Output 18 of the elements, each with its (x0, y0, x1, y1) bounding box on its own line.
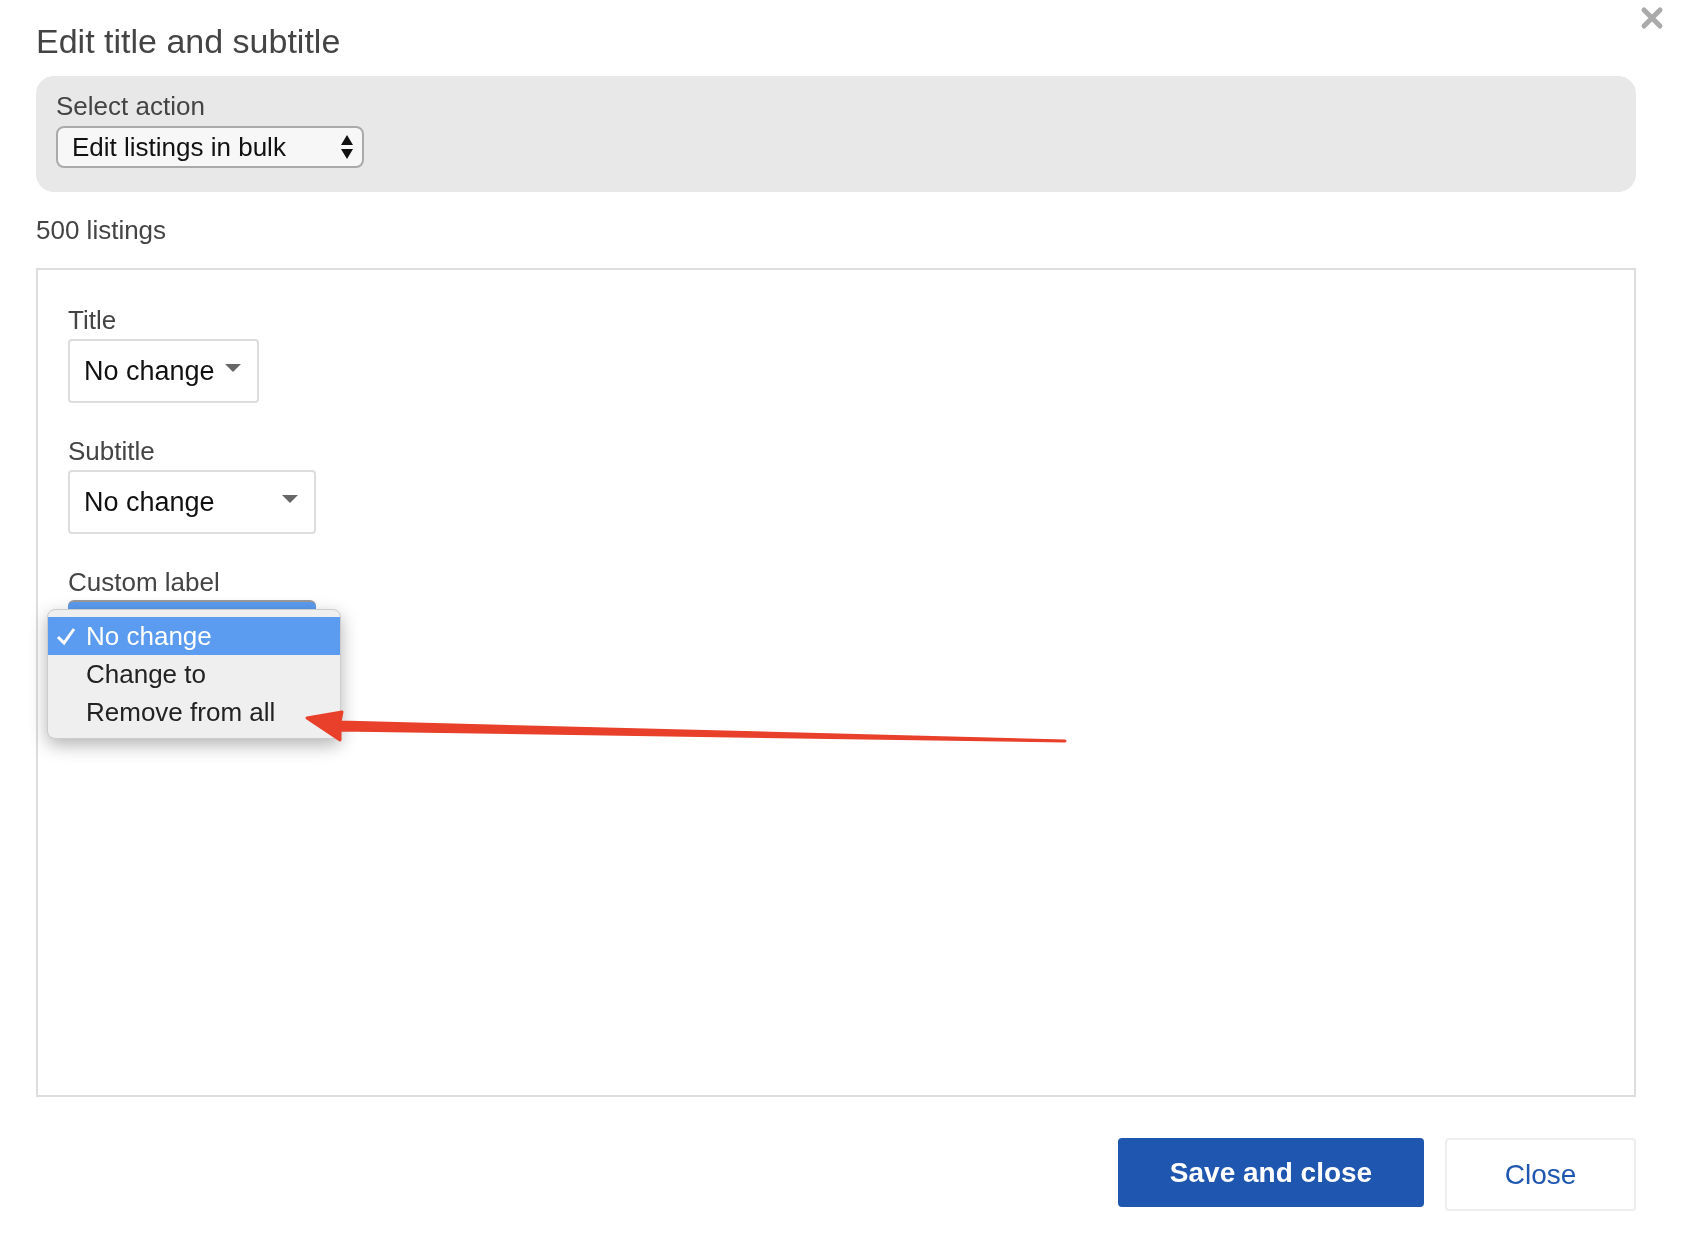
dialog-title: Edit title and subtitle (36, 21, 341, 62)
save-button[interactable]: Save and close (1118, 1138, 1424, 1207)
menu-item[interactable]: Remove from all (48, 693, 278, 731)
dropdown-select[interactable]: No change (68, 470, 316, 534)
caret-icon (282, 495, 298, 503)
dropdown-select[interactable]: No change (68, 339, 259, 403)
caret-icon (224, 364, 241, 372)
field-label: Title (68, 304, 117, 336)
checkmark-icon (56, 626, 76, 646)
close-icon[interactable] (1640, 6, 1664, 30)
field-label: Custom label (68, 566, 220, 598)
close-button[interactable]: Close (1445, 1138, 1636, 1211)
action-select[interactable]: Edit listings in bulk (56, 126, 364, 168)
menu-item[interactable]: Change to (48, 655, 208, 693)
listing-count: 500 listings (36, 214, 167, 247)
field-label: Subtitle (68, 435, 155, 467)
stepper-icon (340, 133, 354, 161)
field-label: Select action (56, 90, 205, 122)
